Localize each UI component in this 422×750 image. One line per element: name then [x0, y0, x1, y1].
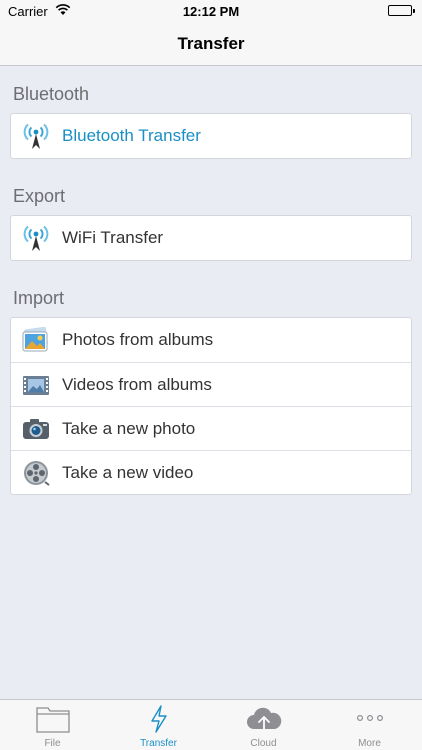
tab-file[interactable]: File: [0, 700, 105, 750]
section-header-export: Export: [13, 186, 66, 206]
more-dots-icon: [355, 704, 385, 739]
status-bar: Carrier 12:12 PM: [0, 0, 422, 22]
tab-file-label: File: [44, 738, 61, 749]
take-new-video-row[interactable]: Take a new video: [11, 450, 411, 494]
videos-from-albums-label: Videos from albums: [62, 375, 212, 394]
wifi-transfer-row[interactable]: WiFi Transfer: [11, 216, 411, 260]
wifi-transfer-label: WiFi Transfer: [62, 228, 164, 247]
tab-more[interactable]: More: [317, 700, 422, 750]
tab-bar: File Transfer Cloud More: [0, 699, 422, 750]
tab-transfer[interactable]: Transfer: [106, 700, 211, 750]
antenna-icon: [21, 121, 51, 151]
folder-icon: [35, 704, 71, 739]
bluetooth-transfer-row[interactable]: Bluetooth Transfer: [11, 114, 411, 158]
film-icon: [21, 370, 51, 400]
section-header-import: Import: [13, 288, 65, 308]
section-header-bluetooth: Bluetooth: [13, 84, 90, 104]
tab-more-label: More: [358, 738, 381, 749]
tab-cloud[interactable]: Cloud: [211, 700, 316, 750]
take-new-photo-row[interactable]: Take a new photo: [11, 406, 411, 450]
photos-from-albums-label: Photos from albums: [62, 330, 214, 349]
transfer-content: Bluetooth Bluetooth Transfer Export WiFi…: [0, 67, 422, 699]
bluetooth-group: Bluetooth Transfer: [10, 113, 412, 159]
camera-icon: [21, 414, 51, 444]
videos-from-albums-row[interactable]: Videos from albums: [11, 362, 411, 406]
battery-icon: [388, 5, 415, 16]
status-time: 12:12 PM: [182, 4, 240, 19]
take-new-photo-label: Take a new photo: [62, 419, 196, 438]
tab-transfer-label: Transfer: [140, 738, 177, 749]
page-title: Transfer: [177, 34, 245, 53]
photos-from-albums-row[interactable]: Photos from albums: [11, 318, 411, 362]
import-group: Photos from albums Videos from albums Ta…: [10, 317, 412, 495]
antenna-icon: [21, 223, 51, 253]
tab-cloud-label: Cloud: [250, 738, 277, 749]
take-new-video-label: Take a new video: [62, 463, 194, 482]
export-group: WiFi Transfer: [10, 215, 412, 261]
film-reel-icon: [21, 458, 51, 488]
cloud-upload-icon: [245, 704, 283, 739]
bluetooth-transfer-label: Bluetooth Transfer: [62, 126, 201, 145]
navigation-bar: Transfer: [0, 22, 422, 66]
lightning-icon: [148, 704, 170, 739]
photos-icon: [21, 325, 51, 355]
